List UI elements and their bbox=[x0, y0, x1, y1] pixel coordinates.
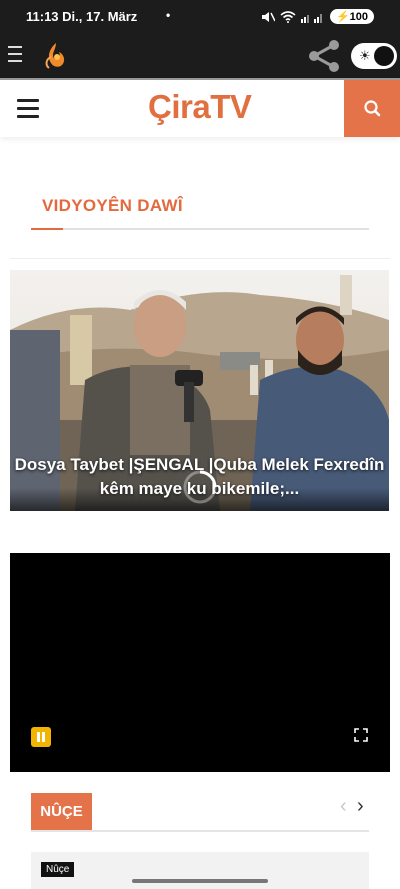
search-button[interactable] bbox=[344, 80, 400, 137]
status-bar: 11:13 Di., 17. März • ⚡100 bbox=[0, 0, 400, 34]
latest-videos-title: VIDYOYÊN DAWÎ bbox=[42, 196, 183, 215]
share-icon[interactable] bbox=[306, 38, 342, 74]
site-header: ÇiraTV bbox=[0, 80, 400, 137]
toggle-knob bbox=[374, 46, 394, 66]
hamburger-menu-icon[interactable] bbox=[17, 99, 39, 118]
site-logo[interactable]: ÇiraTV bbox=[148, 88, 252, 126]
status-icons: ⚡100 bbox=[261, 9, 374, 24]
signal-icon bbox=[300, 13, 322, 23]
news-card[interactable] bbox=[31, 852, 369, 889]
theme-toggle[interactable]: ☀ bbox=[351, 43, 397, 69]
battery-indicator: ⚡100 bbox=[329, 9, 374, 24]
featured-video-card[interactable]: Dosya Taybet |ŞENGAL |Quba Melek Fexredî… bbox=[10, 270, 389, 511]
prev-arrow-icon[interactable]: ‹ bbox=[340, 794, 347, 818]
news-underline bbox=[31, 830, 369, 832]
app-menu-icon[interactable] bbox=[8, 46, 22, 64]
pause-icon[interactable] bbox=[31, 727, 51, 747]
app-toolbar: ☀ bbox=[0, 34, 400, 78]
section-underline bbox=[31, 228, 369, 230]
separator bbox=[10, 258, 390, 259]
loading-spinner-icon bbox=[183, 470, 217, 504]
fullscreen-icon[interactable] bbox=[354, 728, 368, 742]
mute-icon bbox=[261, 11, 275, 22]
news-category-badge: Nûçe bbox=[41, 862, 75, 877]
status-time: 11:13 Di., 17. März bbox=[26, 9, 138, 24]
status-notification-dot: • bbox=[166, 8, 171, 22]
news-tab[interactable]: NÛÇE bbox=[31, 793, 92, 831]
video-player[interactable] bbox=[10, 553, 390, 772]
flame-logo-icon[interactable] bbox=[43, 41, 69, 71]
home-indicator[interactable] bbox=[132, 879, 268, 883]
search-icon bbox=[364, 100, 381, 117]
sun-icon: ☀ bbox=[359, 48, 371, 63]
wifi-icon bbox=[280, 10, 296, 23]
next-arrow-icon[interactable]: › bbox=[357, 794, 364, 818]
